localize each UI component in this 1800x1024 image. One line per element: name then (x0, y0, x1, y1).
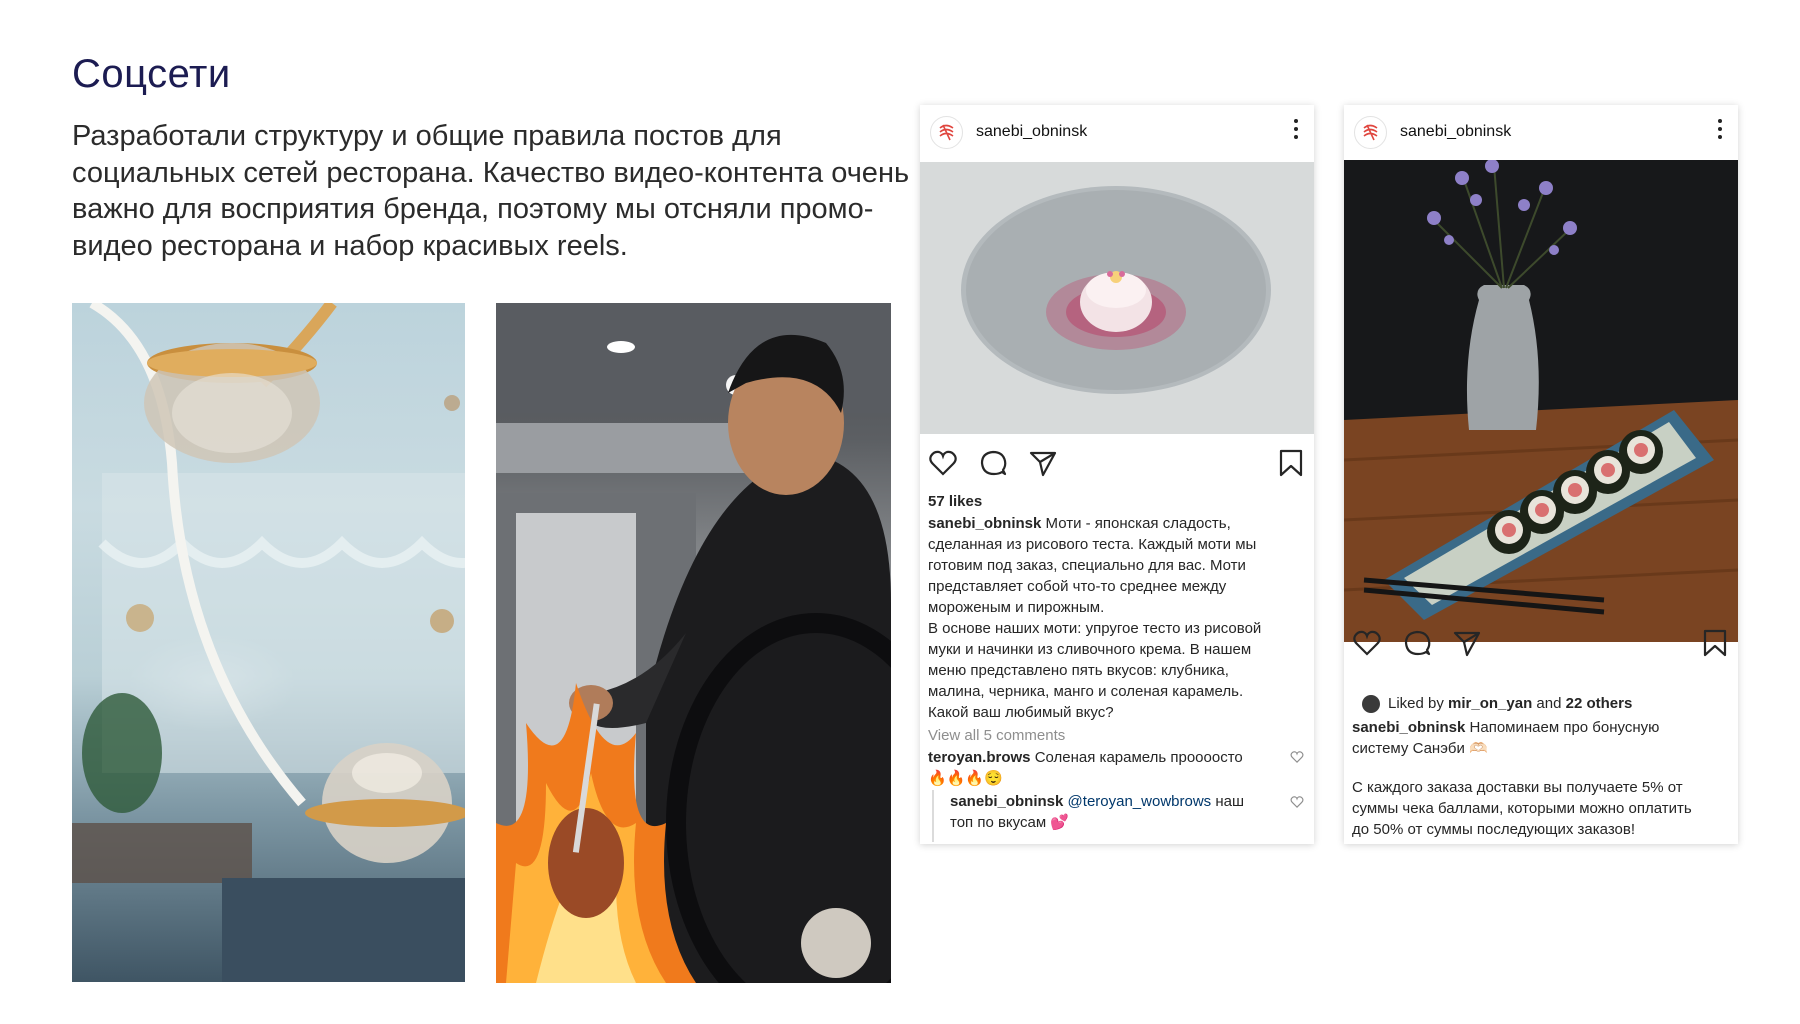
caption-line: представляет собой что-то среднее между (928, 578, 1227, 595)
share-icon[interactable] (1452, 628, 1482, 658)
bookmark-icon[interactable] (1278, 448, 1304, 478)
reply-comment: sanebi_obninsk @teroyan_wowbrows наш топ… (950, 791, 1270, 833)
reply-thread-line (932, 790, 934, 842)
liker-avatar[interactable] (1362, 695, 1380, 713)
caption-line: систему Санэби 🫶🏻 (1352, 740, 1488, 757)
comment: teroyan.brows Соленая карамель проооосто… (928, 747, 1278, 789)
caption-username[interactable]: sanebi_obninsk (928, 515, 1041, 532)
post-username[interactable]: sanebi_obninsk (1400, 123, 1511, 141)
caption-line: малина, черника, манго и соленая карамел… (928, 683, 1244, 700)
heart-icon[interactable] (928, 448, 958, 478)
more-options-icon[interactable] (1294, 119, 1300, 141)
reply-like-heart-icon[interactable] (1290, 795, 1304, 809)
page-description: Разработали структуру и общие правила по… (72, 120, 910, 262)
post-header: sanebi_obninsk (1344, 105, 1738, 161)
view-all-comments-link[interactable]: View all 5 comments (928, 725, 1065, 746)
caption-line: готовим под заказ, специально для вас. М… (928, 557, 1246, 574)
comment-emoji: 🔥🔥🔥😌 (928, 770, 1003, 787)
instagram-post-sushi: sanebi_obninsk Liked by mir_on_yan and 2… (1344, 105, 1738, 844)
post-username[interactable]: sanebi_obninsk (976, 123, 1087, 141)
caption-line: меню представлено пять вкусов: клубника, (928, 662, 1229, 679)
post-actions (1352, 628, 1728, 660)
avatar[interactable] (1354, 116, 1387, 149)
instagram-post-mochi: sanebi_obninsk 57 likes sanebi_obninsk М… (920, 105, 1314, 844)
liked-user[interactable]: mir_on_yan (1448, 695, 1532, 712)
comment-icon[interactable] (978, 448, 1008, 478)
interior-photo (72, 303, 465, 982)
caption-line: муки и начинки из сливочного крема. В на… (928, 641, 1252, 658)
post-caption: sanebi_obninsk Моти - японская сладость,… (928, 513, 1306, 723)
liked-and: and (1536, 695, 1562, 712)
comment-icon[interactable] (1402, 628, 1432, 658)
page-title: Соцсети (72, 52, 231, 96)
caption-line: Напоминаем про бонусную (1469, 719, 1660, 736)
reply-text: наш (1215, 793, 1245, 810)
post-header: sanebi_obninsk (920, 105, 1314, 161)
reply-username[interactable]: sanebi_obninsk (950, 793, 1063, 810)
post-caption: sanebi_obninsk Напоминаем про бонусную с… (1352, 717, 1730, 840)
avatar[interactable] (930, 116, 963, 149)
caption-line: сделанная из рисового теста. Каждый моти… (928, 536, 1257, 553)
caption-line: мороженым и пирожным. (928, 599, 1105, 616)
sushi-roll-photo (1344, 160, 1738, 642)
comment-text: Соленая карамель проооосто (1034, 749, 1243, 766)
reply-text-line2: топ по вкусам 💕 (950, 814, 1069, 831)
caption-line: Моти - японская сладость, (1045, 515, 1231, 532)
caption-line: суммы чека баллами, которыми можно оплат… (1352, 800, 1692, 817)
mochi-dessert-photo (920, 162, 1314, 434)
more-options-icon[interactable] (1718, 119, 1724, 141)
liked-prefix: Liked by (1388, 695, 1444, 712)
heart-icon[interactable] (1352, 628, 1382, 658)
liked-by: Liked by mir_on_yan and 22 others (1388, 693, 1728, 714)
caption-line: Какой ваш любимый вкус? (928, 704, 1114, 721)
liked-others[interactable]: 22 others (1566, 695, 1633, 712)
caption-line: В основе наших моти: упругое тесто из ри… (928, 620, 1262, 637)
chef-grill-photo (496, 303, 891, 983)
caption-line: С каждого заказа доставки вы получаете 5… (1352, 779, 1683, 796)
caption-username[interactable]: sanebi_obninsk (1352, 719, 1465, 736)
post-actions (928, 448, 1304, 480)
reply-mention[interactable]: @teroyan_wowbrows (1068, 793, 1212, 810)
comment-username[interactable]: teroyan.brows (928, 749, 1031, 766)
likes-count[interactable]: 57 likes (928, 491, 982, 512)
bookmark-icon[interactable] (1702, 628, 1728, 658)
caption-line: до 50% от суммы последующих заказов! (1352, 821, 1636, 838)
share-icon[interactable] (1028, 448, 1058, 478)
comment-like-heart-icon[interactable] (1290, 750, 1304, 764)
